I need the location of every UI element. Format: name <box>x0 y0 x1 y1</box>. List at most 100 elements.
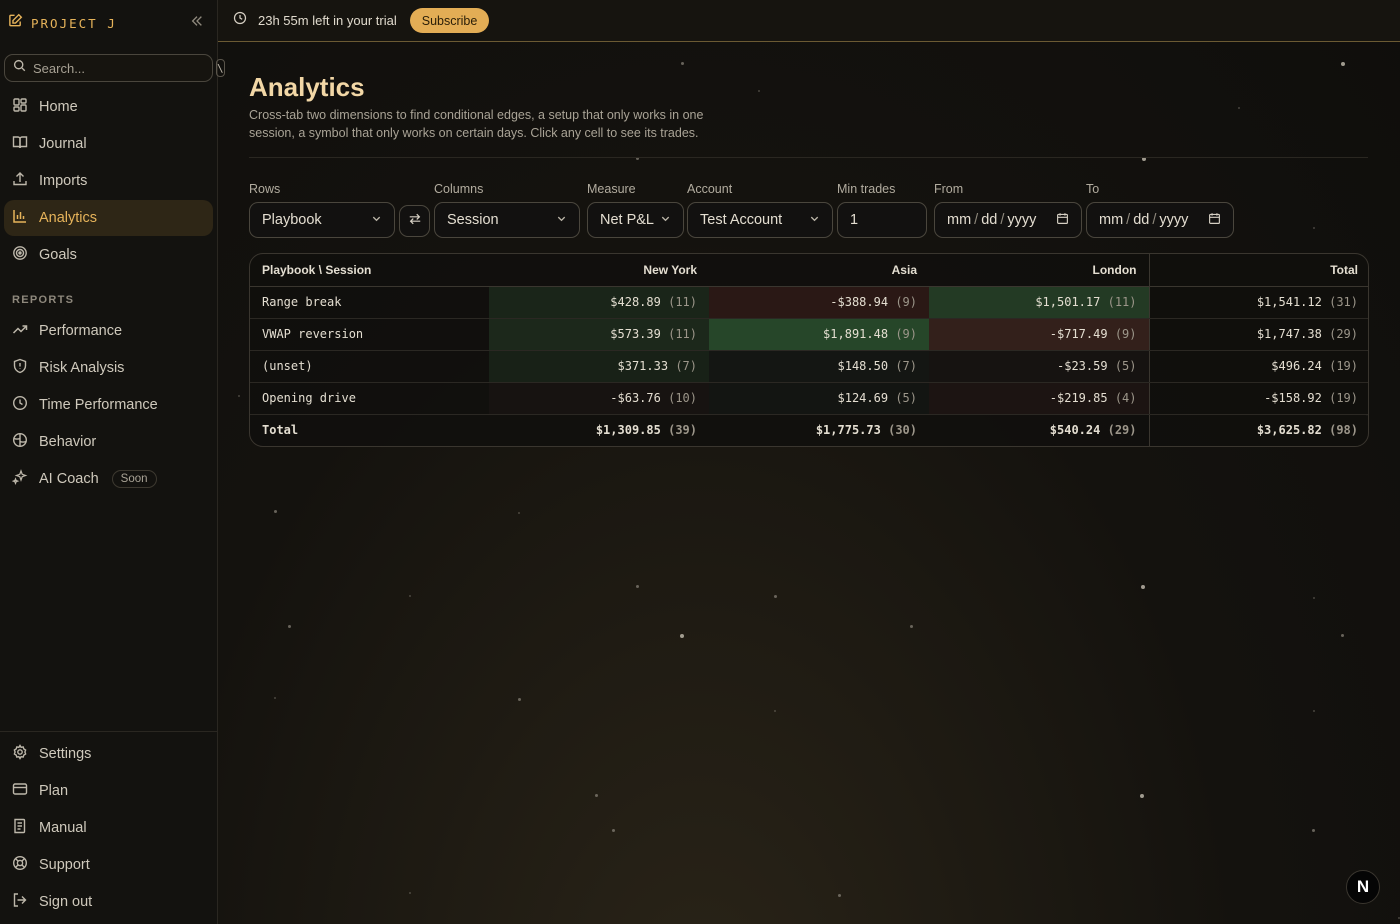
corner-header: Playbook \ Session <box>250 254 489 287</box>
row-total-cell[interactable]: $496.24 (19) <box>1148 350 1368 383</box>
shield-icon <box>12 358 28 378</box>
table-cell[interactable]: -$388.94 (9) <box>709 286 929 319</box>
table-cell[interactable]: $124.69 (5) <box>709 382 929 415</box>
search-shortcut: \ <box>216 59 225 77</box>
grand-total-cell[interactable]: $3,625.82 (98) <box>1148 414 1368 446</box>
sidebar-item-support[interactable]: Support <box>4 847 213 883</box>
sidebar-item-label: Manual <box>39 820 87 836</box>
sidebar-item-behavior[interactable]: Behavior <box>4 424 213 460</box>
min-trades-input[interactable]: 1 <box>837 202 927 238</box>
calendar-icon[interactable] <box>1208 212 1221 229</box>
account-select[interactable]: Test Account <box>687 202 833 238</box>
sidebar-item-label: Goals <box>39 247 77 263</box>
collapse-sidebar-button[interactable] <box>187 13 207 33</box>
from-month: mm <box>947 212 972 228</box>
sidebar-item-sign-out[interactable]: Sign out <box>4 884 213 920</box>
crosstab-table: Playbook \ Session New York Asia London … <box>249 253 1369 447</box>
brand[interactable]: PROJECT J <box>8 12 117 34</box>
columns-select[interactable]: Session <box>434 202 580 238</box>
column-total-cell[interactable]: $1,309.85 (39) <box>489 414 709 446</box>
chevron-down-icon <box>809 212 820 228</box>
column-total-cell[interactable]: $540.24 (29) <box>929 414 1149 446</box>
swap-icon <box>408 212 422 231</box>
sidebar-item-analytics[interactable]: Analytics <box>4 200 213 236</box>
search-input[interactable] <box>33 60 209 76</box>
sidebar-item-manual[interactable]: Manual <box>4 810 213 846</box>
table-row: (unset) $371.33 (7) $148.50 (7) -$23.59 … <box>250 350 1368 383</box>
table-cell[interactable]: $428.89 (11) <box>489 286 709 319</box>
row-label: Opening drive <box>250 382 489 415</box>
columns-label: Columns <box>434 182 484 196</box>
column-header: Asia <box>709 254 929 287</box>
table-cell[interactable]: -$219.85 (4) <box>929 382 1149 415</box>
sidebar: PROJECT J \ Home Journal Imports Analyti… <box>0 0 225 924</box>
soon-badge: Soon <box>111 470 157 488</box>
chevron-down-icon <box>556 212 567 228</box>
row-label: (unset) <box>250 350 489 383</box>
sidebar-item-risk-analysis[interactable]: Risk Analysis <box>4 350 213 386</box>
reports-section-label: REPORTS <box>12 294 75 306</box>
gear-icon <box>12 744 28 764</box>
table-cell[interactable]: $1,891.48 (9) <box>709 318 929 351</box>
from-date-input[interactable]: mm / dd / yyyy <box>934 202 1082 238</box>
lifebuoy-icon <box>12 855 28 875</box>
calendar-icon[interactable] <box>1056 212 1069 229</box>
n-logo-badge[interactable]: N <box>1346 870 1380 904</box>
table-cell[interactable]: -$63.76 (10) <box>489 382 709 415</box>
sidebar-item-performance[interactable]: Performance <box>4 313 213 349</box>
sidebar-item-plan[interactable]: Plan <box>4 773 213 809</box>
table-cell[interactable]: $371.33 (7) <box>489 350 709 383</box>
totals-row: Total $1,309.85 (39) $1,775.73 (30) $540… <box>250 414 1368 446</box>
column-total-cell[interactable]: $1,775.73 (30) <box>709 414 929 446</box>
table-row: VWAP reversion $573.39 (11) $1,891.48 (9… <box>250 318 1368 351</box>
table-cell[interactable]: $1,501.17 (11) <box>929 286 1149 319</box>
table-header-row: Playbook \ Session New York Asia London … <box>250 254 1368 287</box>
sidebar-item-label: Settings <box>39 746 92 762</box>
to-year: yyyy <box>1159 212 1189 228</box>
measure-select[interactable]: Net P&L <box>587 202 684 238</box>
table-cell[interactable]: -$717.49 (9) <box>929 318 1149 351</box>
subscribe-button[interactable]: Subscribe <box>409 8 490 33</box>
table-cell[interactable]: -$23.59 (5) <box>929 350 1149 383</box>
target-icon <box>12 245 28 265</box>
sidebar-item-journal[interactable]: Journal <box>4 126 213 162</box>
sidebar-divider <box>0 731 217 732</box>
chevrons-left-icon <box>190 14 204 33</box>
swap-dimensions-button[interactable] <box>399 205 430 237</box>
upload-icon <box>12 171 28 191</box>
table-cell[interactable]: $148.50 (7) <box>709 350 929 383</box>
row-total-cell[interactable]: $1,541.12 (31) <box>1148 286 1368 319</box>
rows-select[interactable]: Playbook <box>249 202 395 238</box>
page-title: Analytics <box>249 72 365 102</box>
sidebar-item-label: Time Performance <box>39 397 158 413</box>
sidebar-item-time-performance[interactable]: Time Performance <box>4 387 213 423</box>
table-row: Range break $428.89 (11) -$388.94 (9) $1… <box>250 286 1368 319</box>
sidebar-item-home[interactable]: Home <box>4 89 213 125</box>
sidebar-item-label: Behavior <box>39 434 97 450</box>
brand-name: PROJECT J <box>31 15 117 31</box>
sidebar-item-ai-coach[interactable]: AI Coach Soon <box>4 461 213 497</box>
sidebar-item-imports[interactable]: Imports <box>4 163 213 199</box>
column-header: London <box>929 254 1149 287</box>
sparkles-icon <box>11 469 28 489</box>
search-icon <box>13 59 26 77</box>
search-box[interactable]: \ <box>4 54 225 82</box>
sidebar-item-goals[interactable]: Goals <box>4 237 213 273</box>
grid-icon <box>12 97 28 117</box>
to-date-input[interactable]: mm / dd / yyyy <box>1086 202 1234 238</box>
bar-chart-icon <box>12 208 28 228</box>
table-cell[interactable]: $573.39 (11) <box>489 318 709 351</box>
to-month: mm <box>1099 212 1124 228</box>
sidebar-item-label: Sign out <box>39 894 93 910</box>
book-icon <box>12 134 28 154</box>
row-total-cell[interactable]: -$158.92 (19) <box>1148 382 1368 415</box>
from-date-value: mm / dd / yyyy <box>947 212 1037 228</box>
page-description: Cross-tab two dimensions to find conditi… <box>249 108 704 140</box>
row-total-cell[interactable]: $1,747.38 (29) <box>1148 318 1368 351</box>
manual-icon <box>12 818 28 838</box>
to-day: dd <box>1133 212 1150 228</box>
sidebar-item-label: Performance <box>39 323 123 339</box>
account-select-value: Test Account <box>700 212 783 228</box>
sidebar-item-settings[interactable]: Settings <box>4 736 213 772</box>
sidebar-item-label: Support <box>39 857 90 873</box>
